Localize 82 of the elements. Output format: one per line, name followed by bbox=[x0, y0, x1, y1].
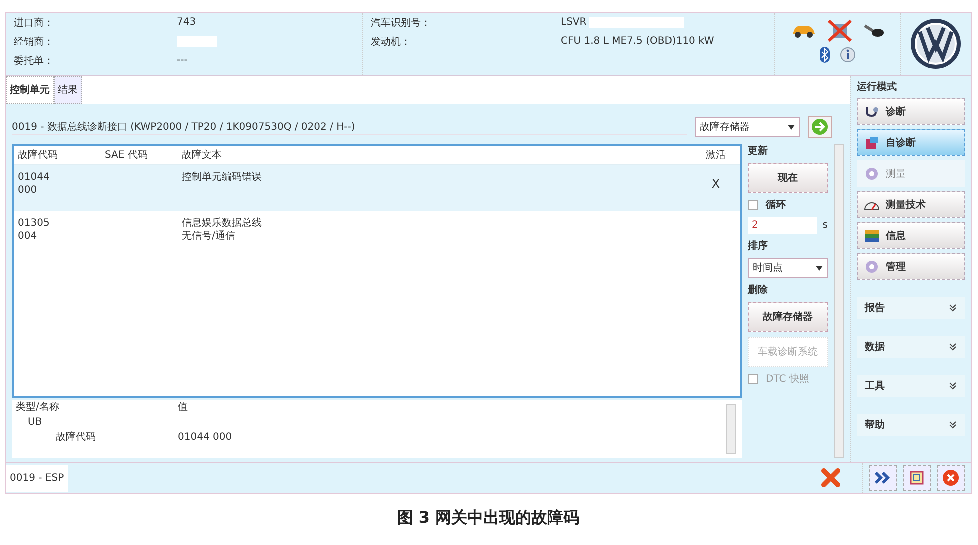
close-icon bbox=[942, 469, 960, 487]
chevron-icon bbox=[949, 304, 957, 312]
tree-item: 故障代码 bbox=[55, 430, 97, 445]
books-icon bbox=[864, 228, 880, 242]
mode-header: 运行模式 bbox=[857, 80, 897, 94]
mode-button[interactable]: 信息 bbox=[857, 222, 965, 249]
section-label: 更新 bbox=[748, 144, 769, 158]
scrollbar[interactable] bbox=[726, 404, 736, 454]
window-button[interactable] bbox=[903, 465, 931, 491]
fault-text: 控制单元编码错误 bbox=[182, 171, 263, 184]
now-button[interactable]: 现在 bbox=[748, 163, 828, 193]
car-icon[interactable] bbox=[790, 23, 816, 39]
dropdown-arrow-icon bbox=[816, 266, 823, 270]
table-cell-text: 01044 000 bbox=[178, 431, 232, 445]
fault-text: 信息娱乐数据总线 bbox=[182, 217, 263, 230]
mode-button[interactable]: 自诊断 bbox=[857, 129, 965, 156]
mode-button[interactable]: 管理 bbox=[857, 253, 965, 280]
active-mark: X bbox=[712, 177, 720, 191]
field-value: CFU 1.8 L ME7.5 (OBD)110 kW bbox=[561, 36, 714, 47]
chevron-icon bbox=[949, 382, 957, 390]
fault-row[interactable]: 01044 000 控制单元编码错误 X bbox=[14, 165, 740, 211]
field-label: 汽车识别号： bbox=[371, 16, 432, 30]
field-value: LSVR bbox=[561, 17, 587, 28]
forward-button[interactable] bbox=[869, 465, 897, 491]
mode-button[interactable]: 诊断 bbox=[857, 98, 965, 125]
exit-button[interactable] bbox=[937, 465, 965, 491]
column-header: 故障文本 bbox=[182, 148, 223, 162]
control-unit-title: 0019 - 数据总线诊断接口 (KWP2000 / TP20 / 1K0907530Q / 0202 / H--) bbox=[12, 120, 687, 134]
close-icon[interactable] bbox=[820, 467, 842, 489]
tab[interactable]: 控制单元 bbox=[6, 76, 54, 104]
chevron-icon bbox=[949, 421, 957, 429]
column-header: 故障代码 bbox=[18, 148, 59, 162]
clear-memory-button[interactable]: 故障存储器 bbox=[748, 302, 828, 332]
window-icon bbox=[909, 470, 925, 486]
status-text: 0019 - ESP bbox=[6, 464, 68, 492]
fault-subcode: 000 bbox=[18, 184, 38, 197]
gear-icon bbox=[864, 166, 880, 180]
section-label: 删除 bbox=[748, 284, 769, 297]
double-chevron-icon bbox=[874, 471, 892, 485]
fault-code: 01044 bbox=[18, 171, 51, 184]
mode-button[interactable]: 测量技术 bbox=[857, 191, 965, 218]
column-header: 值 bbox=[178, 401, 188, 415]
blocks-icon bbox=[864, 136, 880, 150]
field-value: --- bbox=[177, 55, 188, 66]
fault-code: 01305 bbox=[18, 217, 51, 230]
field-value: 743 bbox=[177, 17, 196, 28]
interval-field[interactable]: 2 bbox=[748, 217, 817, 234]
bluetooth-icon bbox=[820, 47, 830, 63]
menu-section[interactable]: 数据 bbox=[857, 336, 965, 358]
menu-section[interactable]: 报告 bbox=[857, 297, 965, 319]
fault-subcode: 004 bbox=[18, 230, 38, 243]
checkbox[interactable] bbox=[748, 200, 758, 210]
tab[interactable]: 结果 bbox=[54, 76, 82, 104]
memory-dropdown[interactable]: 故障存储器 bbox=[695, 117, 800, 137]
fault-row[interactable]: 01305 004 信息娱乐数据总线 无信号/通信 bbox=[14, 211, 740, 257]
dropdown-arrow-icon bbox=[788, 124, 795, 130]
chevron-icon bbox=[949, 343, 957, 351]
section-label: 排序 bbox=[748, 239, 769, 253]
logo-icon bbox=[910, 18, 962, 70]
column-header: SAE 代码 bbox=[105, 149, 149, 162]
tree-item: UB bbox=[27, 416, 44, 430]
checkbox-label: 循环 bbox=[766, 198, 786, 212]
stethoscope-icon bbox=[864, 104, 880, 118]
gear-icon bbox=[864, 260, 880, 274]
sort-dropdown[interactable]: 时间点 bbox=[748, 258, 828, 278]
column-header: 激活 bbox=[705, 149, 727, 162]
arrow-right-icon[interactable] bbox=[808, 116, 832, 138]
field-label: 发动机： bbox=[371, 36, 412, 48]
column-header: 类型/名称 bbox=[16, 400, 60, 415]
field-label: 委托单： bbox=[14, 54, 55, 68]
menu-section[interactable]: 帮助 bbox=[857, 414, 965, 436]
field-label: 进口商： bbox=[14, 16, 55, 30]
menu-section[interactable]: 工具 bbox=[857, 375, 965, 397]
checkbox-label: DTC 快照 bbox=[766, 372, 810, 386]
fault-text: 无信号/通信 bbox=[182, 230, 236, 243]
crossed-device-icon[interactable] bbox=[826, 19, 852, 43]
key-icon[interactable] bbox=[862, 23, 884, 39]
info-icon[interactable] bbox=[840, 47, 856, 63]
field-label: 经销商： bbox=[14, 36, 55, 48]
figure-caption: 图 3 网关中出现的故障码 bbox=[396, 508, 581, 529]
scrollbar[interactable] bbox=[834, 144, 844, 458]
unit-label: s bbox=[822, 220, 828, 231]
